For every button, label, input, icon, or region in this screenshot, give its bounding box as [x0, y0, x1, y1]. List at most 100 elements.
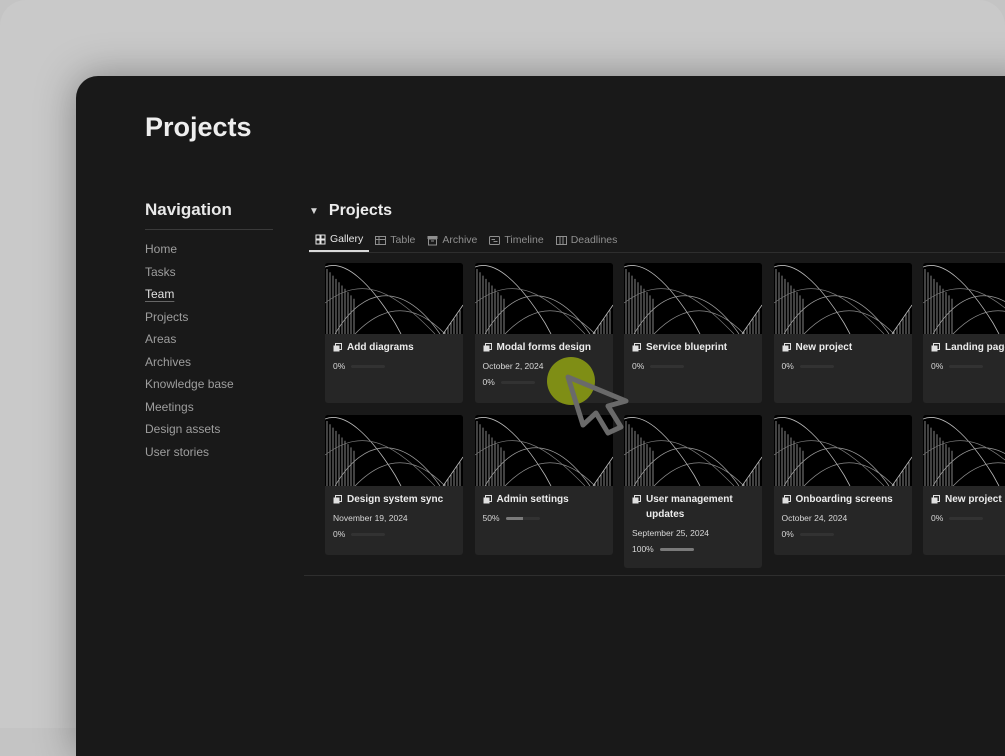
tab-label: Archive — [442, 234, 478, 246]
timeline-icon — [489, 235, 501, 246]
progress-label: 0% — [931, 361, 944, 371]
card-title-text: User management updates — [646, 494, 733, 520]
project-card[interactable]: New project 0% — [773, 263, 912, 403]
card-cover-image — [474, 415, 613, 486]
project-card[interactable]: Design system sync November 19, 2024 0% — [325, 415, 463, 555]
progress-bar — [799, 532, 834, 536]
card-title-text: Design system sync — [347, 494, 444, 505]
nav-item-areas[interactable]: Areas — [145, 328, 273, 351]
card-cover-image — [325, 415, 463, 486]
page-icon — [782, 495, 791, 504]
progress-label: 100% — [632, 544, 654, 554]
card-title: Onboarding screens — [782, 492, 904, 507]
nav-item-team[interactable]: Team — [145, 283, 273, 306]
card-title: Admin settings — [483, 492, 605, 507]
page-icon — [483, 495, 492, 504]
section-header: ▼ Projects — [309, 200, 1005, 222]
progress-label: 0% — [482, 377, 495, 387]
card-body: Modal forms design October 2, 2024 0% — [475, 334, 613, 387]
progress-indicator: 50% — [483, 513, 605, 523]
progress-label: 0% — [931, 513, 944, 523]
project-card[interactable]: Service blueprint 0% — [624, 263, 762, 403]
progress-bar — [949, 364, 984, 368]
tab-label: Timeline — [504, 234, 544, 246]
card-title: Service blueprint — [632, 340, 754, 355]
progress-indicator: 0% — [931, 361, 1005, 371]
gallery-grid: Add diagrams 0% Modal forms design October … — [325, 263, 1005, 568]
navigation-panel: Navigation Home Tasks Team Projects Areas Arc… — [145, 200, 273, 463]
card-title-text: Admin settings — [496, 494, 569, 505]
tab-timeline[interactable]: Timeline — [483, 228, 549, 252]
card-title: User management updates — [632, 492, 754, 522]
card-title-text: Landing page — [945, 342, 1005, 353]
progress-indicator: 0% — [333, 529, 455, 539]
table-icon — [375, 235, 387, 246]
progress-label: 0% — [781, 361, 794, 371]
card-cover-image — [624, 263, 762, 334]
card-body: Landing page 0% — [923, 334, 1005, 371]
project-card[interactable]: Onboarding screens October 24, 2024 0% — [773, 415, 912, 555]
card-title-text: Add diagrams — [347, 342, 414, 353]
card-title-text: New project — [945, 494, 1002, 505]
tab-label: Table — [390, 234, 416, 246]
card-body: New project 0% — [774, 334, 912, 371]
tab-table[interactable]: Table — [369, 228, 421, 252]
card-title-text: New project — [795, 342, 853, 353]
progress-label: 0% — [333, 529, 346, 539]
nav-item-knowledge-base[interactable]: Knowledge base — [145, 373, 273, 396]
view-tabs: Gallery Table Archive Timeline Deadlines — [309, 228, 1005, 253]
progress-bar — [351, 364, 386, 368]
card-date: November 19, 2024 — [333, 513, 408, 523]
deadlines-icon — [555, 235, 567, 246]
progress-bar — [949, 516, 984, 520]
page-icon — [333, 343, 342, 352]
nav-item-home[interactable]: Home — [145, 238, 273, 261]
tab-gallery[interactable]: Gallery — [309, 228, 370, 252]
app-window: Projects Navigation Home Tasks Team Project… — [76, 76, 1005, 756]
collapse-toggle-icon[interactable]: ▼ — [309, 206, 319, 217]
progress-indicator: 0% — [782, 529, 904, 539]
progress-bar-fill — [505, 516, 523, 520]
progress-label: 0% — [333, 361, 346, 371]
card-date: September 25, 2024 — [632, 528, 710, 538]
section-title: Projects — [328, 202, 393, 219]
project-card[interactable]: Modal forms design October 2, 2024 0% — [474, 263, 613, 403]
project-card[interactable]: New project 0% — [923, 415, 1005, 555]
progress-bar-fill — [659, 547, 694, 551]
tab-label: Gallery — [330, 233, 364, 245]
card-cover-image — [923, 415, 1005, 486]
nav-item-design-assets[interactable]: Design assets — [145, 418, 273, 441]
nav-item-tasks[interactable]: Tasks — [145, 261, 273, 284]
nav-item-archives[interactable]: Archives — [145, 351, 273, 374]
progress-bar — [799, 364, 834, 368]
progress-indicator: 0% — [931, 513, 1005, 523]
card-title: Add diagrams — [333, 340, 455, 355]
tab-deadlines[interactable]: Deadlines — [550, 228, 624, 252]
nav-item-meetings[interactable]: Meetings — [145, 396, 273, 419]
progress-label: 0% — [632, 361, 645, 371]
project-card[interactable]: Landing page 0% — [923, 263, 1005, 403]
card-cover-image — [773, 415, 912, 486]
card-title-text: Service blueprint — [646, 342, 728, 353]
project-card[interactable]: Admin settings 50% — [474, 415, 613, 555]
progress-indicator: 0% — [632, 361, 754, 371]
project-card[interactable]: User management updates September 25, 202… — [624, 415, 762, 568]
project-card[interactable]: Add diagrams 0% — [325, 263, 463, 403]
card-body: New project 0% — [923, 486, 1005, 523]
progress-indicator: 0% — [483, 377, 605, 387]
nav-item-user-stories[interactable]: User stories — [145, 441, 273, 464]
gallery-icon — [315, 234, 326, 245]
projects-section: ▼ Projects Gallery Table Archive Timeline De… — [304, 200, 1005, 576]
progress-bar — [500, 380, 535, 384]
progress-bar — [351, 532, 386, 536]
card-title-text: Onboarding screens — [795, 494, 893, 505]
tab-archive[interactable]: Archive — [421, 228, 483, 252]
nav-item-projects[interactable]: Projects — [145, 306, 273, 329]
progress-bar — [505, 516, 540, 520]
progress-indicator: 0% — [782, 361, 904, 371]
progress-label: 50% — [482, 513, 500, 523]
card-cover-image — [474, 263, 613, 334]
card-body: Service blueprint 0% — [624, 334, 762, 371]
card-title: Design system sync — [333, 492, 455, 507]
card-body: Admin settings 50% — [475, 486, 613, 523]
